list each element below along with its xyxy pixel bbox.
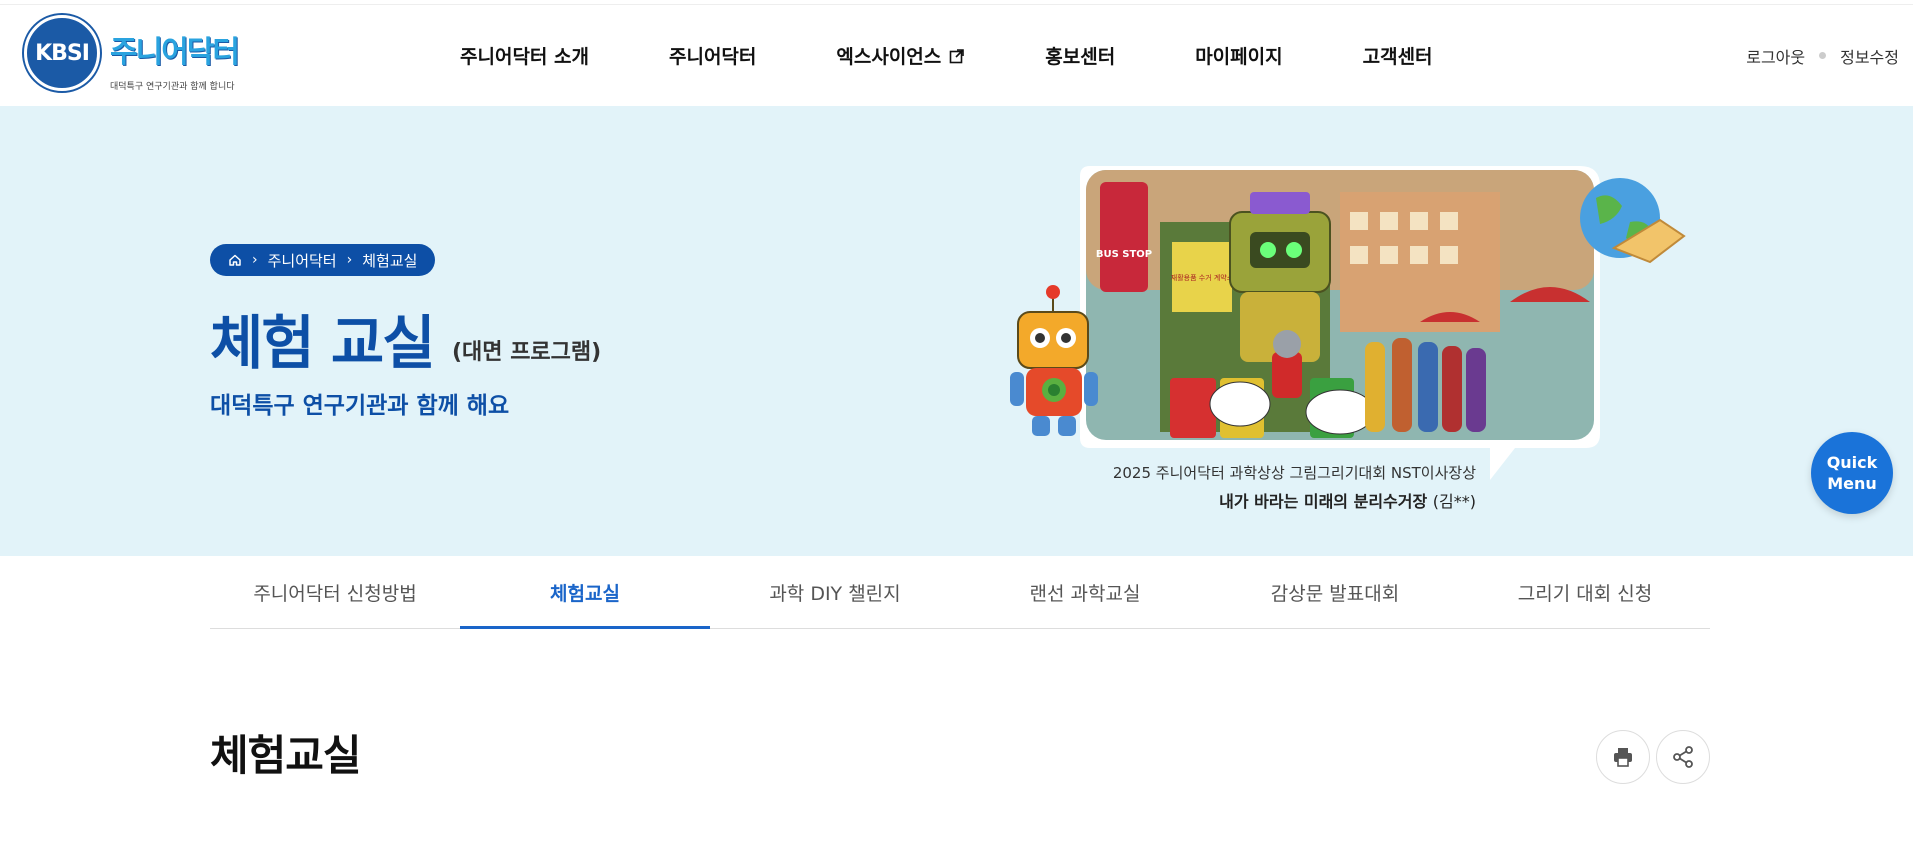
site-header: KBSI 주니어닥터 대덕특구 연구기관과 함께 합니다 주니어닥터 소개 주니… [0, 4, 1913, 105]
hero-title-sub: (대면 프로그램) [452, 340, 602, 365]
tab-experience-class[interactable]: 체험교실 [460, 556, 710, 629]
share-button[interactable] [1656, 730, 1710, 784]
quick-menu-button[interactable]: Quick Menu [1811, 432, 1893, 514]
nav-item-junior-doctor[interactable]: 주니어닥터 [669, 42, 756, 69]
kbsi-badge-text: KBSI [35, 40, 90, 66]
nav-item-customer-center[interactable]: 고객센터 [1363, 42, 1433, 69]
tab-online-class[interactable]: 랜선 과학교실 [960, 556, 1210, 628]
main-nav: 주니어닥터 소개 주니어닥터 엑스사이언스 홍보센터 마이페이지 고객센터 [460, 5, 1513, 106]
sub-nav-tabs: 주니어닥터 신청방법 체험교실 과학 DIY 챌린지 랜선 과학교실 감상문 발… [210, 556, 1710, 629]
nav-item-x-science[interactable]: 엑스사이언스 [836, 42, 965, 69]
site-logo[interactable]: KBSI 주니어닥터 대덕특구 연구기관과 함께 합니다 [24, 15, 244, 97]
util-menu: 로그아웃 정보수정 [1746, 5, 1899, 106]
chevron-right-icon: › [252, 252, 258, 268]
kbsi-badge: KBSI [24, 15, 100, 91]
nav-item-mypage[interactable]: 마이페이지 [1195, 42, 1282, 69]
hero-banner: › 주니어닥터 › 체험교실 체험 교실 (대면 프로그램) 대덕특구 연구기관… [0, 106, 1913, 556]
home-icon[interactable] [228, 253, 242, 267]
artwork-author: (김**) [1432, 492, 1476, 511]
chevron-right-icon: › [346, 252, 353, 268]
page-title: 체험교실 [210, 731, 362, 780]
print-icon [1614, 748, 1632, 767]
breadcrumb: › 주니어닥터 › 체험교실 [210, 244, 436, 276]
nav-item-pr-center[interactable]: 홍보센터 [1045, 42, 1115, 69]
artwork-title-text: 내가 바라는 미래의 분리수거장 [1219, 492, 1428, 511]
breadcrumb-current: 체험교실 [362, 251, 418, 270]
hero-title: 체험 교실 [210, 309, 436, 377]
share-icon [1673, 746, 1693, 768]
quick-menu-label-1: Quick [1826, 453, 1878, 472]
artwork-caption: 2025 주니어닥터 과학상상 그림그리기대회 NST이사장상 [1112, 464, 1476, 482]
tab-review-contest[interactable]: 감상문 발표대회 [1210, 556, 1460, 628]
tab-application-method[interactable]: 주니어닥터 신청방법 [210, 556, 460, 628]
nav-item-about[interactable]: 주니어닥터 소개 [460, 42, 589, 69]
breadcrumb-item[interactable]: 주니어닥터 [268, 250, 337, 271]
tab-diy-challenge[interactable]: 과학 DIY 챌린지 [710, 556, 960, 628]
print-button[interactable] [1596, 730, 1650, 784]
logo-title: 주니어닥터 [110, 35, 240, 70]
external-link-icon [949, 48, 965, 63]
edit-profile-link[interactable]: 정보수정 [1840, 44, 1899, 68]
hero-description: 대덕특구 연구기관과 함께 해요 [210, 393, 510, 419]
bus-stop-sign: BUS STOP [1096, 249, 1152, 260]
recycle-shop-sign: 재활용품 수거 계약소 [1171, 273, 1234, 282]
quick-menu-label-2: Menu [1827, 474, 1877, 493]
util-divider [1819, 52, 1827, 59]
tab-drawing-contest[interactable]: 그리기 대회 신청 [1460, 556, 1710, 628]
logout-link[interactable]: 로그아웃 [1746, 44, 1805, 68]
logo-subtitle: 대덕특구 연구기관과 함께 합니다 [110, 82, 235, 92]
artwork-title: 내가 바라는 미래의 분리수거장 (김**) [1219, 488, 1476, 512]
